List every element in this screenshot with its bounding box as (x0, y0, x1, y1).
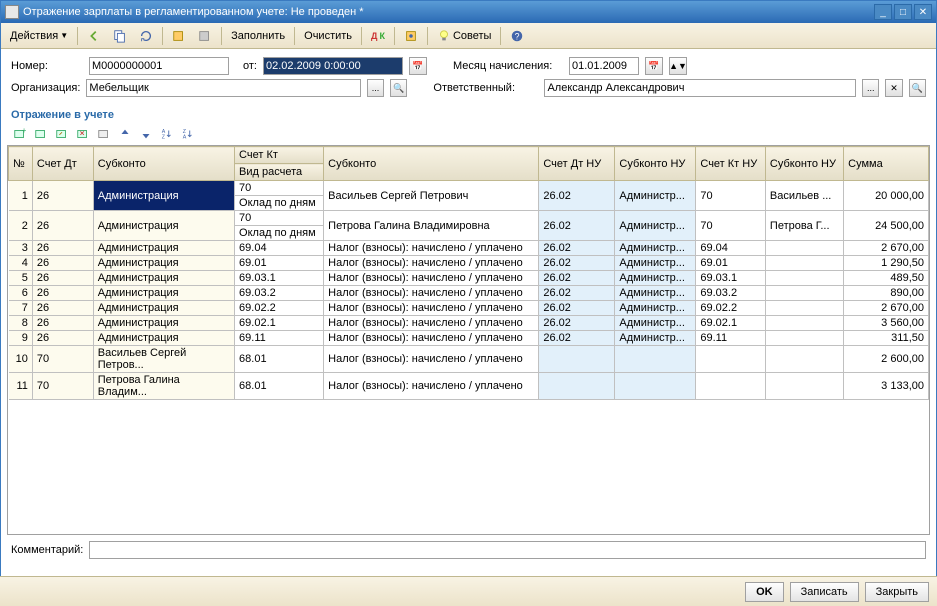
main-toolbar: Действия ▼ Заполнить Очистить ДК Советы … (1, 23, 936, 49)
edit-row-icon[interactable] (53, 125, 71, 143)
maximize-button[interactable]: □ (894, 4, 912, 20)
table-row[interactable]: 226Администрация70Петрова Галина Владими… (9, 211, 929, 226)
col-acc-kt[interactable]: Счет Кт (235, 147, 324, 164)
org-input[interactable] (86, 79, 360, 97)
resp-select-icon[interactable]: ... (862, 79, 879, 97)
resp-open-icon[interactable]: 🔍 (909, 79, 926, 97)
refresh-icon[interactable] (134, 26, 158, 46)
org-label: Организация: (11, 82, 80, 94)
resp-label: Ответственный: (433, 82, 538, 94)
window-title: Отражение зарплаты в регламентированном … (23, 6, 874, 18)
resp-input[interactable] (544, 79, 856, 97)
end-edit-icon[interactable] (95, 125, 113, 143)
app-icon (5, 5, 19, 19)
table-row[interactable]: 126Администрация70Васильев Сергей Петров… (9, 181, 929, 196)
resp-clear-icon[interactable]: ✕ (885, 79, 902, 97)
svg-text:Z: Z (162, 134, 166, 140)
table-row[interactable]: 1170Петрова Галина Владим...68.01Налог (… (9, 373, 929, 400)
post-icon[interactable] (167, 26, 191, 46)
copy-row-icon[interactable] (32, 125, 50, 143)
month-label: Месяц начисления: (453, 60, 563, 72)
sort-desc-icon[interactable]: ZA (179, 125, 197, 143)
move-down-icon[interactable] (137, 125, 155, 143)
clear-button[interactable]: Очистить (299, 26, 357, 46)
move-up-icon[interactable] (116, 125, 134, 143)
col-subkonto-nu[interactable]: Субконто НУ (615, 147, 696, 181)
month-spinner-icon[interactable]: ▲▼ (669, 57, 687, 75)
col-n[interactable]: № (9, 147, 33, 181)
comment-row: Комментарий: (1, 535, 936, 565)
nav-back-icon[interactable] (82, 26, 106, 46)
table-row[interactable]: 726Администрация69.02.2Налог (взносы): н… (9, 301, 929, 316)
date-input[interactable] (263, 57, 403, 75)
add-row-icon[interactable]: + (11, 125, 29, 143)
actions-menu[interactable]: Действия ▼ (5, 26, 73, 46)
table-row[interactable]: 1070Васильев Сергей Петров...68.01Налог … (9, 346, 929, 373)
settings-icon[interactable] (399, 26, 423, 46)
number-label: Номер: (11, 60, 83, 72)
svg-text:+: + (22, 127, 27, 135)
grid-container[interactable]: № Счет Дт Субконто Счет Кт Субконто Счет… (7, 145, 930, 535)
titlebar: Отражение зарплаты в регламентированном … (1, 1, 936, 23)
col-subkonto[interactable]: Субконто (93, 147, 234, 181)
month-input[interactable] (569, 57, 639, 75)
col-calc-type[interactable]: Вид расчета (235, 164, 324, 181)
comment-label: Комментарий: (11, 544, 83, 556)
date-picker-icon[interactable]: 📅 (409, 57, 427, 75)
bottom-bar: OK Записать Закрыть (0, 576, 937, 606)
ok-button[interactable]: OK (745, 582, 784, 602)
col-sum[interactable]: Сумма (844, 147, 929, 181)
fill-button[interactable]: Заполнить (226, 26, 290, 46)
table-row[interactable]: 626Администрация69.03.2Налог (взносы): н… (9, 286, 929, 301)
close-button[interactable]: ✕ (914, 4, 932, 20)
table-row[interactable]: 526Администрация69.03.1Налог (взносы): н… (9, 271, 929, 286)
month-picker-icon[interactable]: 📅 (645, 57, 663, 75)
table-row[interactable]: 826Администрация69.02.1Налог (взносы): н… (9, 316, 929, 331)
svg-text:A: A (183, 134, 187, 140)
svg-text:?: ? (515, 31, 520, 41)
grid-toolbar: + AZ ZA (1, 123, 936, 145)
table-row[interactable]: 326Администрация69.04Налог (взносы): нач… (9, 241, 929, 256)
comment-input[interactable] (89, 541, 926, 559)
org-select-icon[interactable]: ... (367, 79, 384, 97)
form-header: Номер: от: 📅 Месяц начисления: 📅 ▲▼ Орга… (1, 49, 936, 105)
accounting-grid[interactable]: № Счет Дт Субконто Счет Кт Субконто Счет… (8, 146, 929, 400)
org-open-icon[interactable]: 🔍 (390, 79, 407, 97)
number-input[interactable] (89, 57, 229, 75)
help-icon[interactable]: ? (505, 26, 529, 46)
col-subkonto-nu2[interactable]: Субконто НУ (765, 147, 843, 181)
tips-button[interactable]: Советы (432, 26, 496, 46)
col-acc-dt[interactable]: Счет Дт (32, 147, 93, 181)
col-subkonto2[interactable]: Субконто (324, 147, 539, 181)
unpost-icon[interactable] (193, 26, 217, 46)
from-label: от: (243, 60, 257, 72)
table-row[interactable]: 926Администрация69.11Налог (взносы): нач… (9, 331, 929, 346)
delete-row-icon[interactable] (74, 125, 92, 143)
save-button[interactable]: Записать (790, 582, 859, 602)
close-action-button[interactable]: Закрыть (865, 582, 929, 602)
copy-icon[interactable] (108, 26, 132, 46)
col-acc-dt-nu[interactable]: Счет Дт НУ (539, 147, 615, 181)
col-acc-kt-nu[interactable]: Счет Кт НУ (696, 147, 766, 181)
sort-asc-icon[interactable]: AZ (158, 125, 176, 143)
table-row[interactable]: 426Администрация69.01Налог (взносы): нач… (9, 256, 929, 271)
minimize-button[interactable]: _ (874, 4, 892, 20)
dtkt-icon[interactable]: ДК (366, 26, 390, 46)
section-title: Отражение в учете (1, 105, 936, 123)
